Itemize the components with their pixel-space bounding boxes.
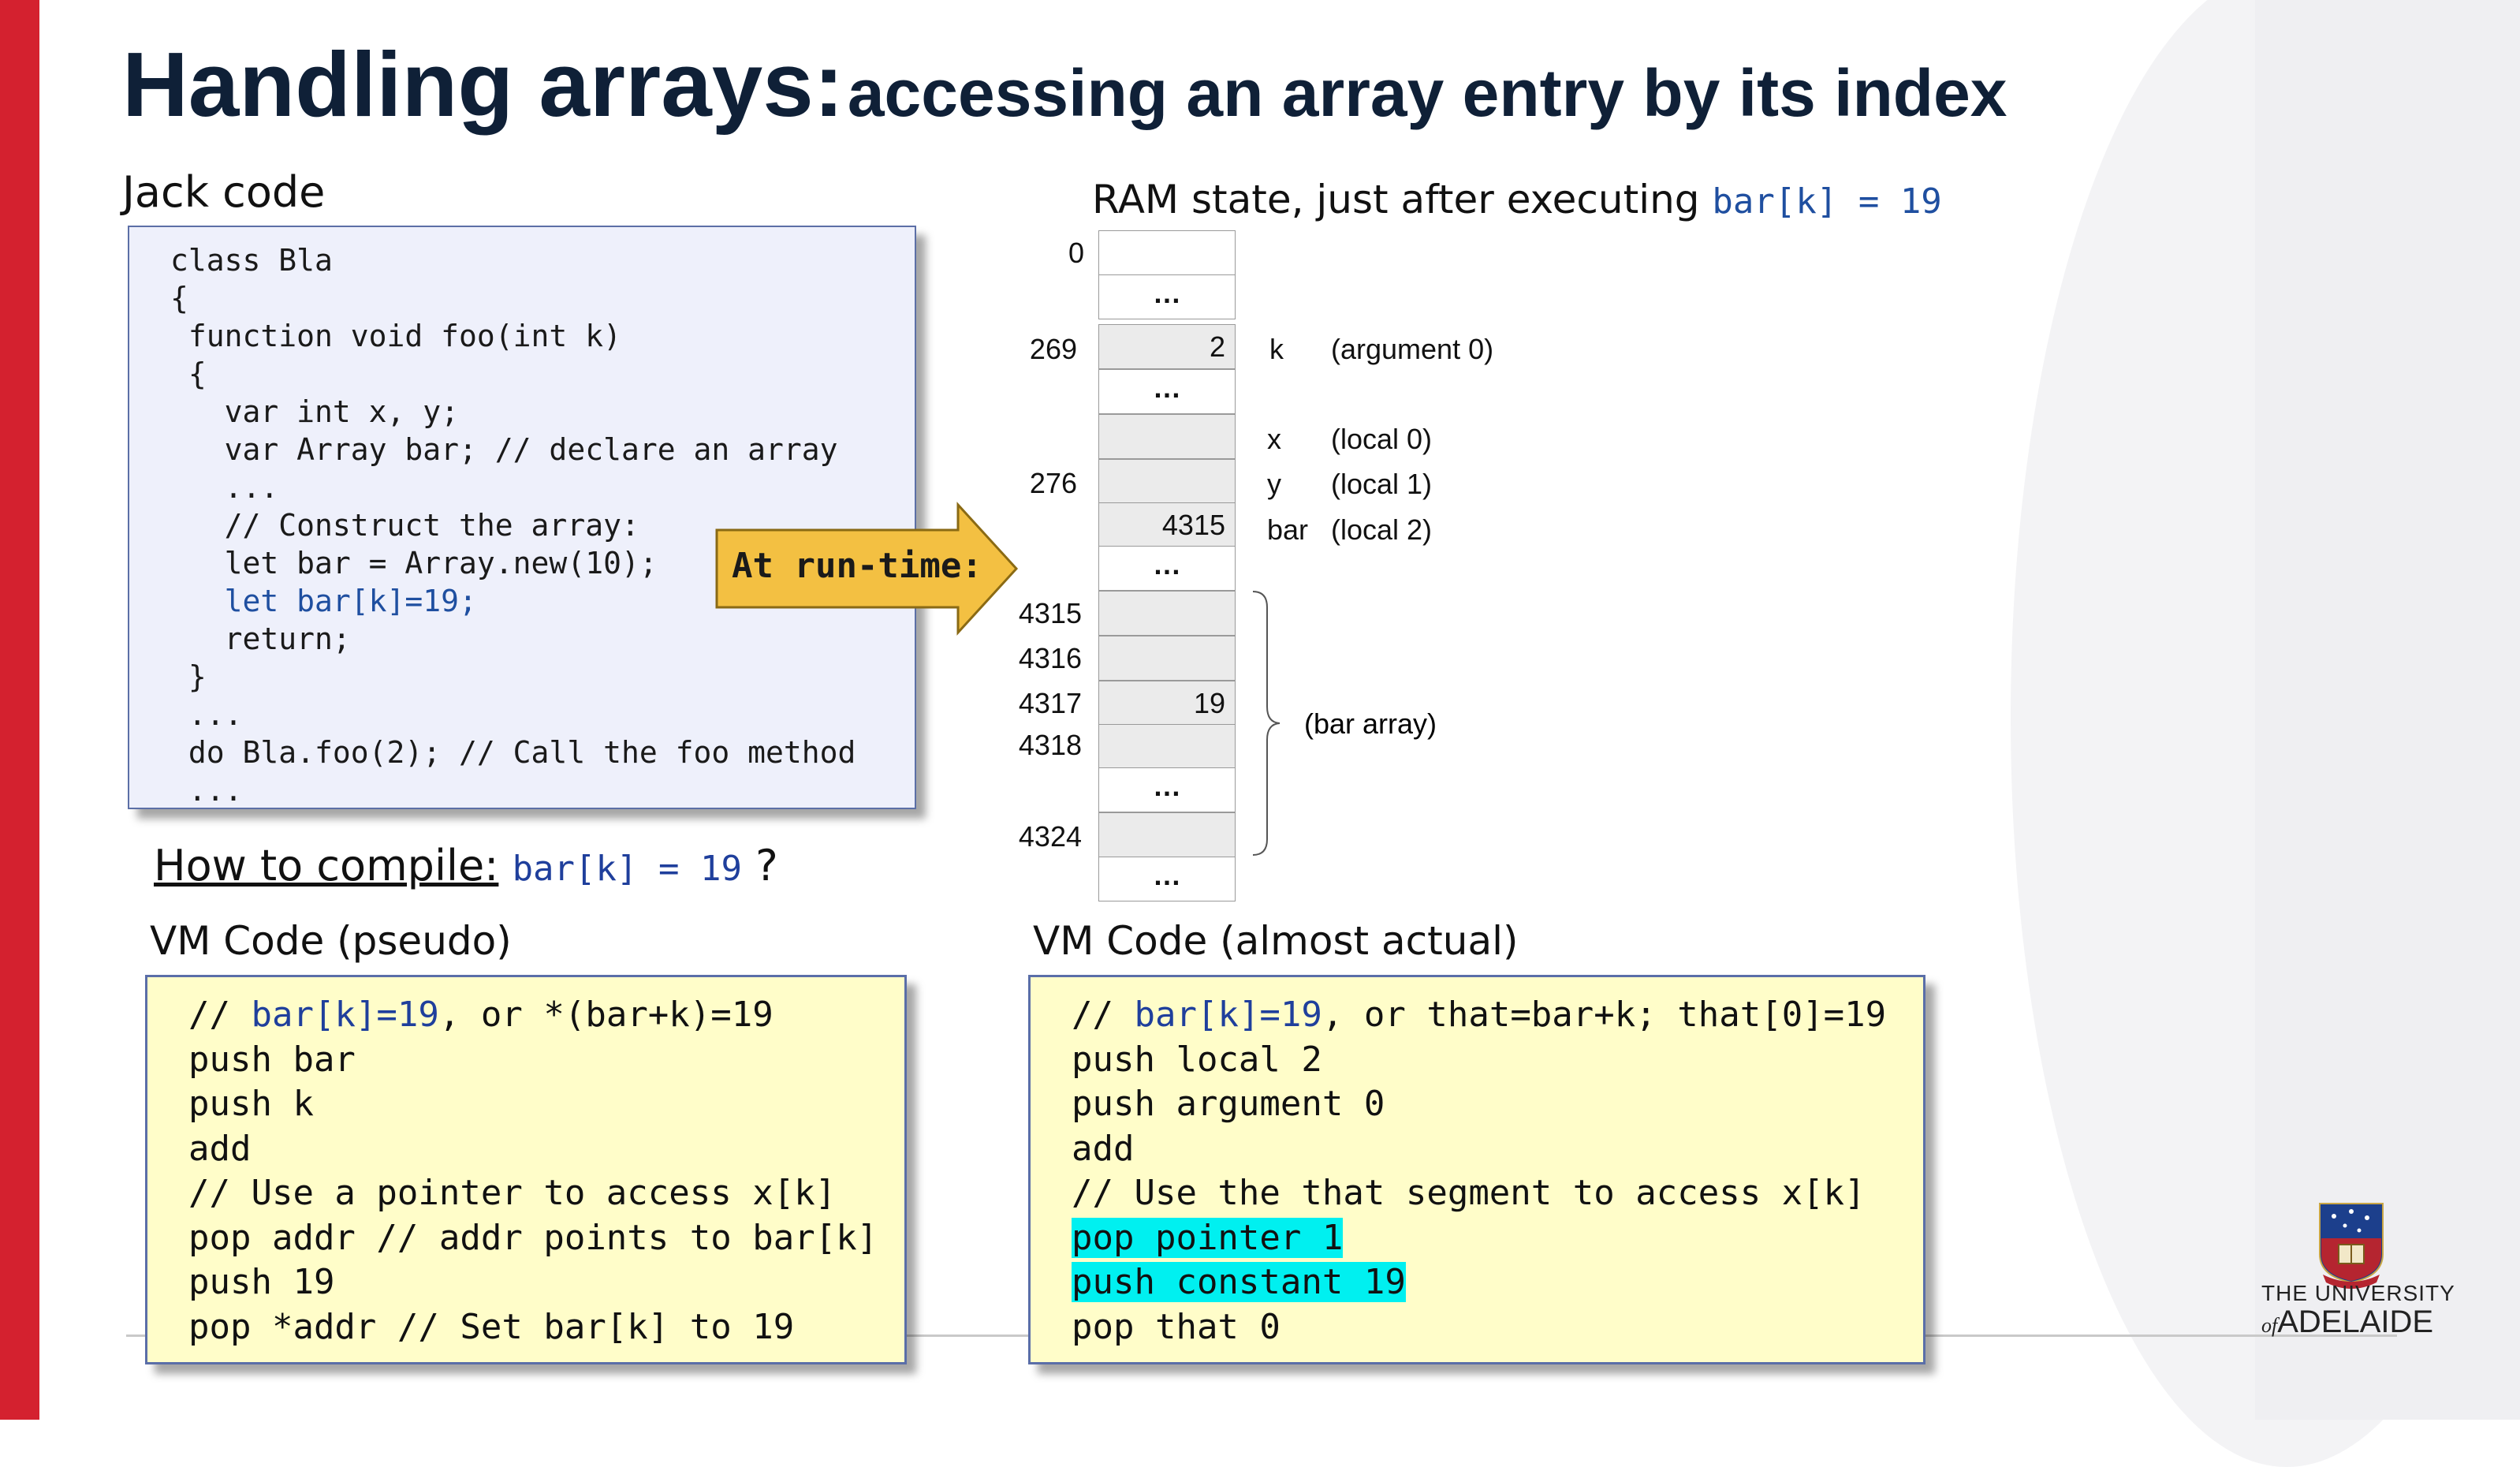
vm-pseudo-label: VM Code (pseudo) [150,918,512,964]
ram-state-label: RAM state, just after executing bar[k] =… [1092,177,1942,222]
logo-university: THE UNIVERSITY [2261,1281,2455,1305]
ram-cell-x [1098,414,1236,459]
ram-cell-k: 2 [1098,324,1236,369]
jack-code-line: } [170,659,207,694]
ram-address: 276 [1029,467,1077,499]
vm-comment-code: bar[k]=19 [251,995,439,1035]
ram-address: 269 [1029,333,1077,365]
ram-address: 4324 [1018,820,1082,853]
vm-pseudo-code: // bar[k]=19, or *(bar+k)=19 push bar pu… [188,993,878,1349]
logo-adelaide: ADELAIDE [2277,1305,2434,1339]
how-to-compile: How to compile: bar[k] = 19 ? [154,841,778,890]
how-suffix: ? [741,841,778,890]
slide-title: Handling arrays: accessing an array entr… [122,32,2007,137]
var-segment: (local 1) [1331,468,1433,500]
logo-name: ofADELAIDE [2261,1305,2433,1340]
var-segment: (local 2) [1331,513,1433,546]
var-name: k [1269,333,1284,365]
ram-label-code: bar[k] = 19 [1712,181,1942,222]
ram-cell-ellipsis: … [1098,767,1236,812]
vm-line-highlighted: push constant 19 [1072,1262,1406,1302]
vm-line: pop addr // addr points to bar[k] [188,1217,878,1258]
ram-cell-ellipsis: … [1098,546,1236,591]
jack-code-line: ... [170,697,243,732]
jack-code-line: class Bla [170,243,333,278]
title-main: Handling arrays: [122,33,844,136]
ram-cell-4317: 19 [1098,681,1236,726]
vm-line: // Use the that segment to access x[k] [1072,1173,1866,1213]
vm-comment: , or that=bar+k; that[0]=19 [1322,995,1887,1035]
how-code: bar[k] = 19 [512,849,742,889]
logo-of: of [2261,1314,2278,1337]
var-name: y [1267,468,1281,500]
vm-comment: , or *(bar+k)=19 [438,995,774,1035]
ram-cell [1098,230,1236,275]
vm-actual-label: VM Code (almost actual) [1033,918,1519,964]
jack-code-line: let bar = Array.new(10); [170,546,658,580]
vm-actual-box: // bar[k]=19, or that=bar+k; that[0]=19 … [1028,975,1925,1364]
vm-line: add [1072,1128,1135,1169]
vm-line: push local 2 [1072,1039,1322,1080]
vm-line: // Use a pointer to access x[k] [188,1173,837,1213]
vm-line-highlighted: pop pointer 1 [1072,1217,1344,1258]
jack-code-line: function void foo(int k) [170,319,621,353]
jack-code-line: ... [170,470,279,505]
jack-code-line: var int x, y; [170,394,460,429]
vm-line: add [188,1128,252,1169]
vm-actual-code: // bar[k]=19, or that=bar+k; that[0]=19 … [1072,993,1886,1349]
var-name: x [1267,423,1281,455]
ram-address: 4316 [1018,642,1082,674]
vm-comment-code: bar[k]=19 [1134,995,1322,1035]
var-segment: (local 0) [1331,423,1433,455]
vm-line: pop that 0 [1072,1306,1281,1347]
bar-array-brace [1252,591,1281,856]
ram-cell-y [1098,459,1236,504]
jack-code-label: Jack code [122,167,326,217]
run-time-label: At run-time: [732,546,982,586]
vm-line: push k [188,1084,314,1124]
jack-code-line: ... [170,773,243,808]
ram-cell-4318 [1098,724,1236,769]
ram-cell-4315 [1098,591,1236,636]
ram-cell-ellipsis: … [1098,369,1236,414]
ram-cell-bar: 4315 [1098,502,1236,547]
bar-array-label: (bar array) [1304,707,1437,740]
var-name: bar [1267,513,1309,546]
jack-code-line: do Bla.foo(2); // Call the foo method [170,735,856,770]
vm-line: push argument 0 [1072,1084,1385,1124]
ram-address: 4315 [1018,597,1082,629]
ram-address: 4317 [1018,687,1082,719]
vm-line: push 19 [188,1262,335,1302]
vm-pseudo-box: // bar[k]=19, or *(bar+k)=19 push bar pu… [145,975,907,1364]
jack-code-line: { [170,356,207,391]
vm-line: pop *addr // Set bar[k] to 19 [188,1306,795,1347]
ram-address: 4318 [1018,729,1082,761]
var-segment: (argument 0) [1331,333,1494,365]
ram-label-text: RAM state, just after executing [1092,177,1713,222]
vm-comment: // [188,995,252,1035]
jack-code-line: // Construct the array: [170,508,639,543]
jack-code-line: return; [170,622,351,656]
vm-comment: // [1072,995,1135,1035]
jack-code-line: let bar[k]=19; [170,584,477,618]
ram-address: 0 [1068,237,1084,269]
ram-cell-ellipsis: … [1098,857,1236,901]
ram-cell-ellipsis: … [1098,274,1236,319]
jack-code-line: { [170,281,188,315]
title-sub: accessing an array entry by its index [847,56,2007,130]
vm-line: push bar [188,1039,356,1080]
jack-code-line: var Array bar; // declare an array [170,432,838,467]
how-text: How to compile: [154,841,499,890]
ram-cell-4324 [1098,812,1236,857]
ram-cell-4316 [1098,636,1236,681]
accent-bar [0,0,39,1420]
